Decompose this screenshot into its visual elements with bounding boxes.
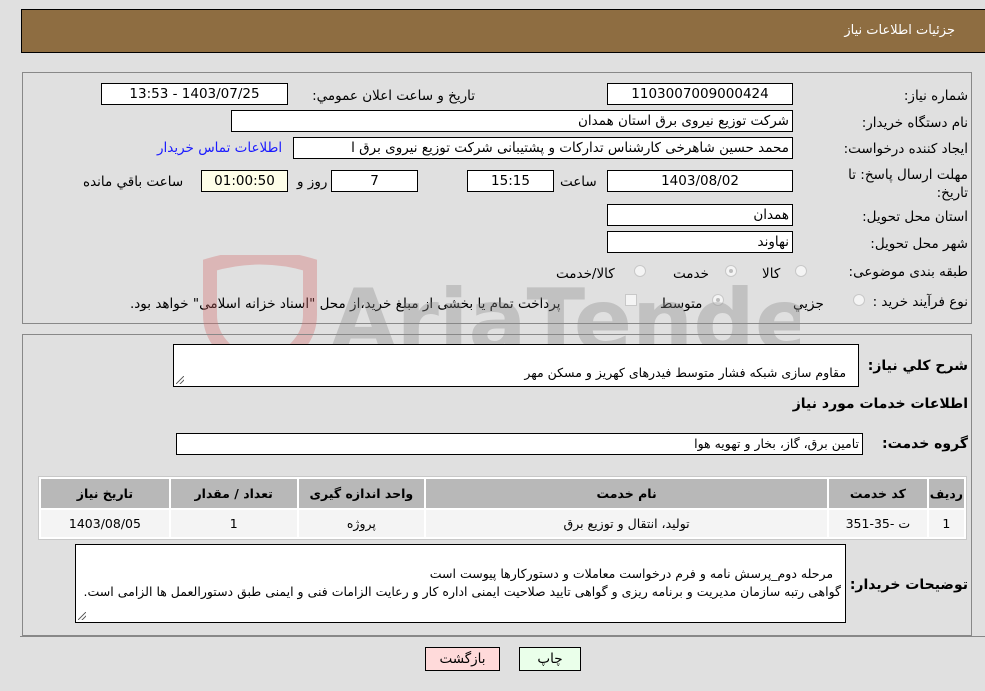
purchase-type-label: نوع فرآیند خرید : xyxy=(872,294,968,310)
treasury-checkbox[interactable] xyxy=(625,294,637,306)
deadline-time-field[interactable]: 15:15 xyxy=(467,170,554,192)
buyer-org-field[interactable]: شرکت توزیع نیروی برق استان همدان xyxy=(231,110,793,132)
category-label: طبقه بندی موضوعی: xyxy=(848,264,968,280)
col-header-row-number: ردیف xyxy=(928,479,964,508)
deadline-date-field[interactable]: 1403/08/02 xyxy=(607,170,793,192)
service-group-label: گروه خدمت: xyxy=(882,436,968,452)
city-label: شهر محل تحویل: xyxy=(870,236,968,252)
requester-label: ایجاد کننده درخواست: xyxy=(843,141,968,157)
need-number-label: شماره نیاز: xyxy=(903,88,968,104)
general-desc-text: مقاوم سازی شبکه فشار متوسط فیدرهای کهریز… xyxy=(524,365,847,380)
cell-service-name: تولید، انتقال و توزیع برق xyxy=(426,510,827,537)
general-desc-label: شرح کلي نیاز: xyxy=(867,358,968,374)
table-header-row: ردیف کد خدمت نام خدمت واحد اندازه گیری ت… xyxy=(41,479,964,508)
days-remaining-field[interactable]: 7 xyxy=(331,170,418,192)
purchase-type-option-minor: جزيي xyxy=(793,296,824,312)
city-field[interactable]: نهاوند xyxy=(607,231,793,253)
category-radio-goods[interactable] xyxy=(795,265,807,277)
cell-quantity: 1 xyxy=(170,510,297,537)
resize-grip-icon[interactable] xyxy=(78,612,86,620)
page-header: جزئیات اطلاعات نیاز xyxy=(21,9,985,53)
province-field[interactable]: همدان xyxy=(607,204,793,226)
table-row: 1 ت -35-351 تولید، انتقال و توزیع برق پر… xyxy=(41,510,964,537)
requester-field[interactable]: محمد حسین شاهرخی کارشناس تدارکات و پشتیب… xyxy=(293,137,793,159)
page-title: جزئیات اطلاعات نیاز xyxy=(844,23,955,38)
days-label: روز و xyxy=(297,174,328,190)
resize-grip-icon[interactable] xyxy=(176,376,184,384)
treasury-note: پرداخت تمام یا بخشی از مبلغ خرید،از محل … xyxy=(130,296,561,312)
services-section-title: اطلاعات خدمات مورد نیاز xyxy=(792,396,968,412)
col-header-service-name: نام خدمت xyxy=(426,479,827,508)
category-radio-goods-service[interactable] xyxy=(634,265,646,277)
time-remaining-field[interactable]: 01:00:50 xyxy=(201,170,288,192)
category-option-goods: کالا xyxy=(762,266,781,282)
category-option-service: خدمت xyxy=(673,266,709,282)
purchase-type-radio-medium[interactable] xyxy=(712,294,724,306)
general-desc-textarea[interactable]: مقاوم سازی شبکه فشار متوسط فیدرهای کهریز… xyxy=(173,344,859,387)
time-remaining-label: ساعت باقي مانده xyxy=(83,174,184,190)
buyer-contact-link[interactable]: اطلاعات تماس خریدار xyxy=(157,140,282,156)
deadline-time-label: ساعت xyxy=(560,174,597,190)
back-button[interactable]: بازگشت xyxy=(425,647,500,671)
cell-need-date: 1403/08/05 xyxy=(41,510,169,537)
category-radio-service[interactable] xyxy=(725,265,737,277)
col-header-service-code: کد خدمت xyxy=(828,479,927,508)
purchase-type-option-medium: متوسط xyxy=(660,296,703,312)
announce-datetime-label: تاریخ و ساعت اعلان عمومي: xyxy=(312,88,475,104)
services-table: ردیف کد خدمت نام خدمت واحد اندازه گیری ت… xyxy=(38,476,967,540)
need-number-field[interactable]: 1103007009000424 xyxy=(607,83,793,105)
buyer-notes-label: توضیحات خریدار: xyxy=(849,577,968,593)
deadline-label: مهلت ارسال پاسخ: تا تاریخ: xyxy=(848,167,968,201)
col-header-unit: واحد اندازه گیری xyxy=(298,479,425,508)
purchase-type-radio-minor[interactable] xyxy=(853,294,865,306)
buyer-org-label: نام دستگاه خریدار: xyxy=(861,115,968,131)
col-header-need-date: تاریخ نیاز xyxy=(41,479,169,508)
service-group-field[interactable]: تامین برق، گاز، بخار و تهویه هوا xyxy=(176,433,863,455)
cell-row-number: 1 xyxy=(928,510,964,537)
footer-divider xyxy=(20,636,985,637)
cell-service-code: ت -35-351 xyxy=(828,510,927,537)
province-label: استان محل تحویل: xyxy=(862,209,968,225)
buyer-notes-text: مرحله دوم_پرسش نامه و فرم درخواست معاملا… xyxy=(83,566,841,599)
category-option-goods-service: کالا/خدمت xyxy=(556,266,615,282)
buyer-notes-textarea[interactable]: مرحله دوم_پرسش نامه و فرم درخواست معاملا… xyxy=(75,544,846,623)
print-button[interactable]: چاپ xyxy=(519,647,581,671)
cell-unit: پروژه xyxy=(298,510,425,537)
announce-datetime-field[interactable]: 1403/07/25 - 13:53 xyxy=(101,83,288,105)
col-header-quantity: تعداد / مقدار xyxy=(170,479,297,508)
